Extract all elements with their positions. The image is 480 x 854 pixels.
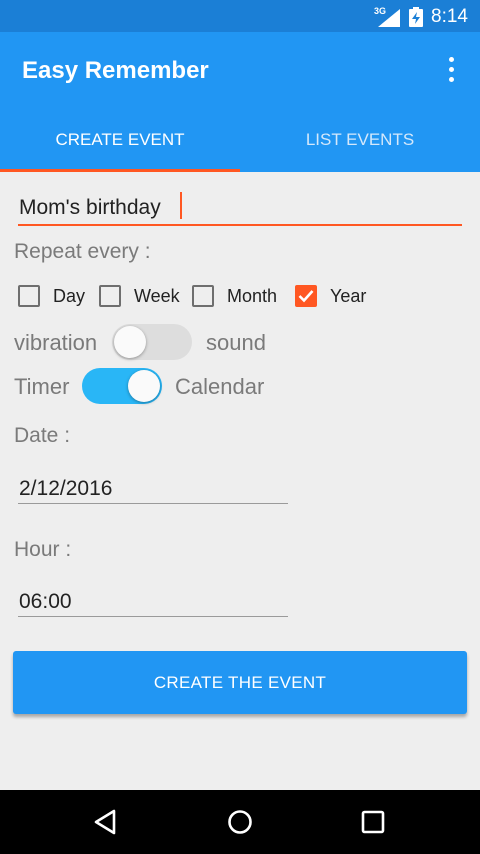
repeat-label: Repeat every :: [14, 240, 151, 263]
clock: 8:14: [431, 6, 468, 27]
date-field[interactable]: [18, 474, 288, 504]
more-vertical-icon[interactable]: [437, 52, 465, 92]
checkbox-unchecked-icon: [18, 285, 40, 307]
tab-list-events[interactable]: LIST EVENTS: [240, 120, 480, 172]
switch-thumb: [128, 370, 160, 402]
status-bar: 3G 8:14: [0, 0, 480, 32]
event-name-input[interactable]: [18, 192, 462, 226]
date-label: Date :: [14, 424, 71, 447]
back-triangle-icon[interactable]: [88, 804, 124, 840]
switch-thumb: [114, 326, 146, 358]
timer-calendar-switch[interactable]: [82, 368, 162, 404]
hour-label: Hour :: [14, 538, 72, 561]
checkbox-label: Day: [53, 286, 86, 306]
recents-square-icon[interactable]: [355, 804, 391, 840]
repeat-day-checkbox[interactable]: Day: [18, 285, 88, 307]
tab-bar: CREATE EVENT LIST EVENTS: [0, 120, 480, 172]
create-event-button[interactable]: CREATE THE EVENT: [13, 651, 467, 714]
checkbox-checked-icon: [295, 285, 317, 307]
hour-field[interactable]: [18, 587, 288, 617]
calendar-label: Calendar: [175, 374, 265, 399]
repeat-month-checkbox[interactable]: Month: [192, 285, 284, 307]
tab-indicator: [0, 169, 240, 172]
checkbox-label: Year: [330, 286, 367, 306]
battery-charging-icon: [409, 7, 423, 27]
repeat-week-checkbox[interactable]: Week: [99, 285, 183, 307]
home-circle-icon[interactable]: [222, 804, 258, 840]
text-cursor: [180, 192, 182, 219]
app-title: Easy Remember: [22, 57, 209, 84]
checkbox-unchecked-icon: [99, 285, 121, 307]
checkbox-label: Week: [134, 286, 180, 306]
sound-label: sound: [206, 330, 266, 355]
signal-icon: [378, 9, 400, 27]
app-bar: Easy Remember CREATE EVENT LIST EVENTS: [0, 32, 480, 172]
navigation-bar: [0, 790, 480, 854]
repeat-year-checkbox[interactable]: Year: [295, 285, 370, 307]
checkbox-unchecked-icon: [192, 285, 214, 307]
timer-label: Timer: [14, 374, 70, 399]
checkbox-label: Month: [227, 286, 278, 306]
vibration-sound-switch[interactable]: [112, 324, 192, 360]
tab-create-event[interactable]: CREATE EVENT: [0, 120, 240, 172]
vibration-label: vibration: [14, 330, 98, 355]
